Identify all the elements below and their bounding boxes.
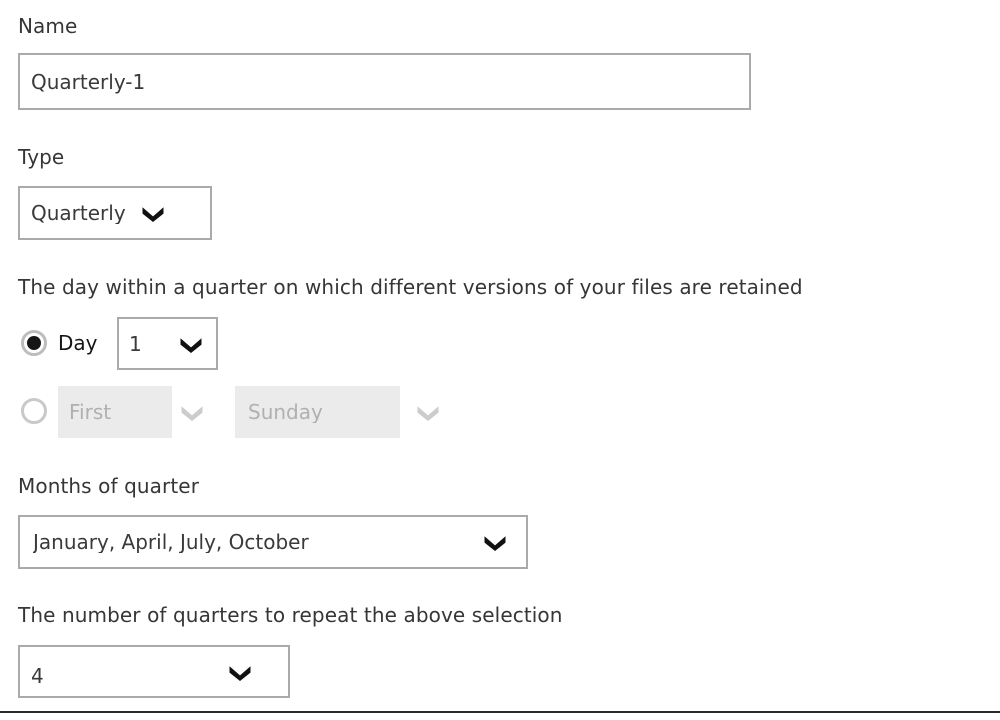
months-field-label: Months of quarter (18, 474, 199, 498)
bottom-divider (0, 711, 1000, 713)
ordinal-select: First (58, 386, 212, 438)
chevron-down-icon (400, 386, 455, 438)
weekday-select: Sunday (235, 386, 455, 438)
repeat-count-select[interactable]: 4 (18, 645, 290, 698)
name-input[interactable] (18, 53, 751, 110)
type-select-value: Quarterly (31, 202, 126, 224)
radio-day-of-quarter[interactable] (21, 330, 47, 356)
day-radio-label: Day (58, 331, 98, 355)
repeat-field-label: The number of quarters to repeat the abo… (18, 603, 563, 627)
chevron-down-icon (482, 533, 508, 551)
repeat-count-select-value: 4 (31, 665, 44, 687)
type-select[interactable]: Quarterly (18, 186, 212, 240)
type-field-label: Type (18, 145, 64, 169)
day-number-select[interactable]: 1 (117, 317, 218, 370)
chevron-down-icon (178, 335, 204, 353)
chevron-down-icon (172, 386, 212, 438)
day-section-description: The day within a quarter on which differ… (18, 275, 803, 299)
weekday-select-value: Sunday (235, 401, 400, 423)
name-field-label: Name (18, 14, 77, 38)
months-of-quarter-select-value: January, April, July, October (33, 531, 309, 553)
chevron-down-icon (227, 663, 253, 681)
radio-ordinal-weekday-of-quarter[interactable] (21, 398, 47, 424)
ordinal-select-value: First (58, 401, 172, 423)
day-number-select-value: 1 (129, 333, 142, 355)
retention-schedule-form: Name Type Quarterly The day within a qua… (0, 0, 1000, 712)
months-of-quarter-select[interactable]: January, April, July, October (18, 515, 528, 569)
chevron-down-icon (140, 204, 166, 222)
